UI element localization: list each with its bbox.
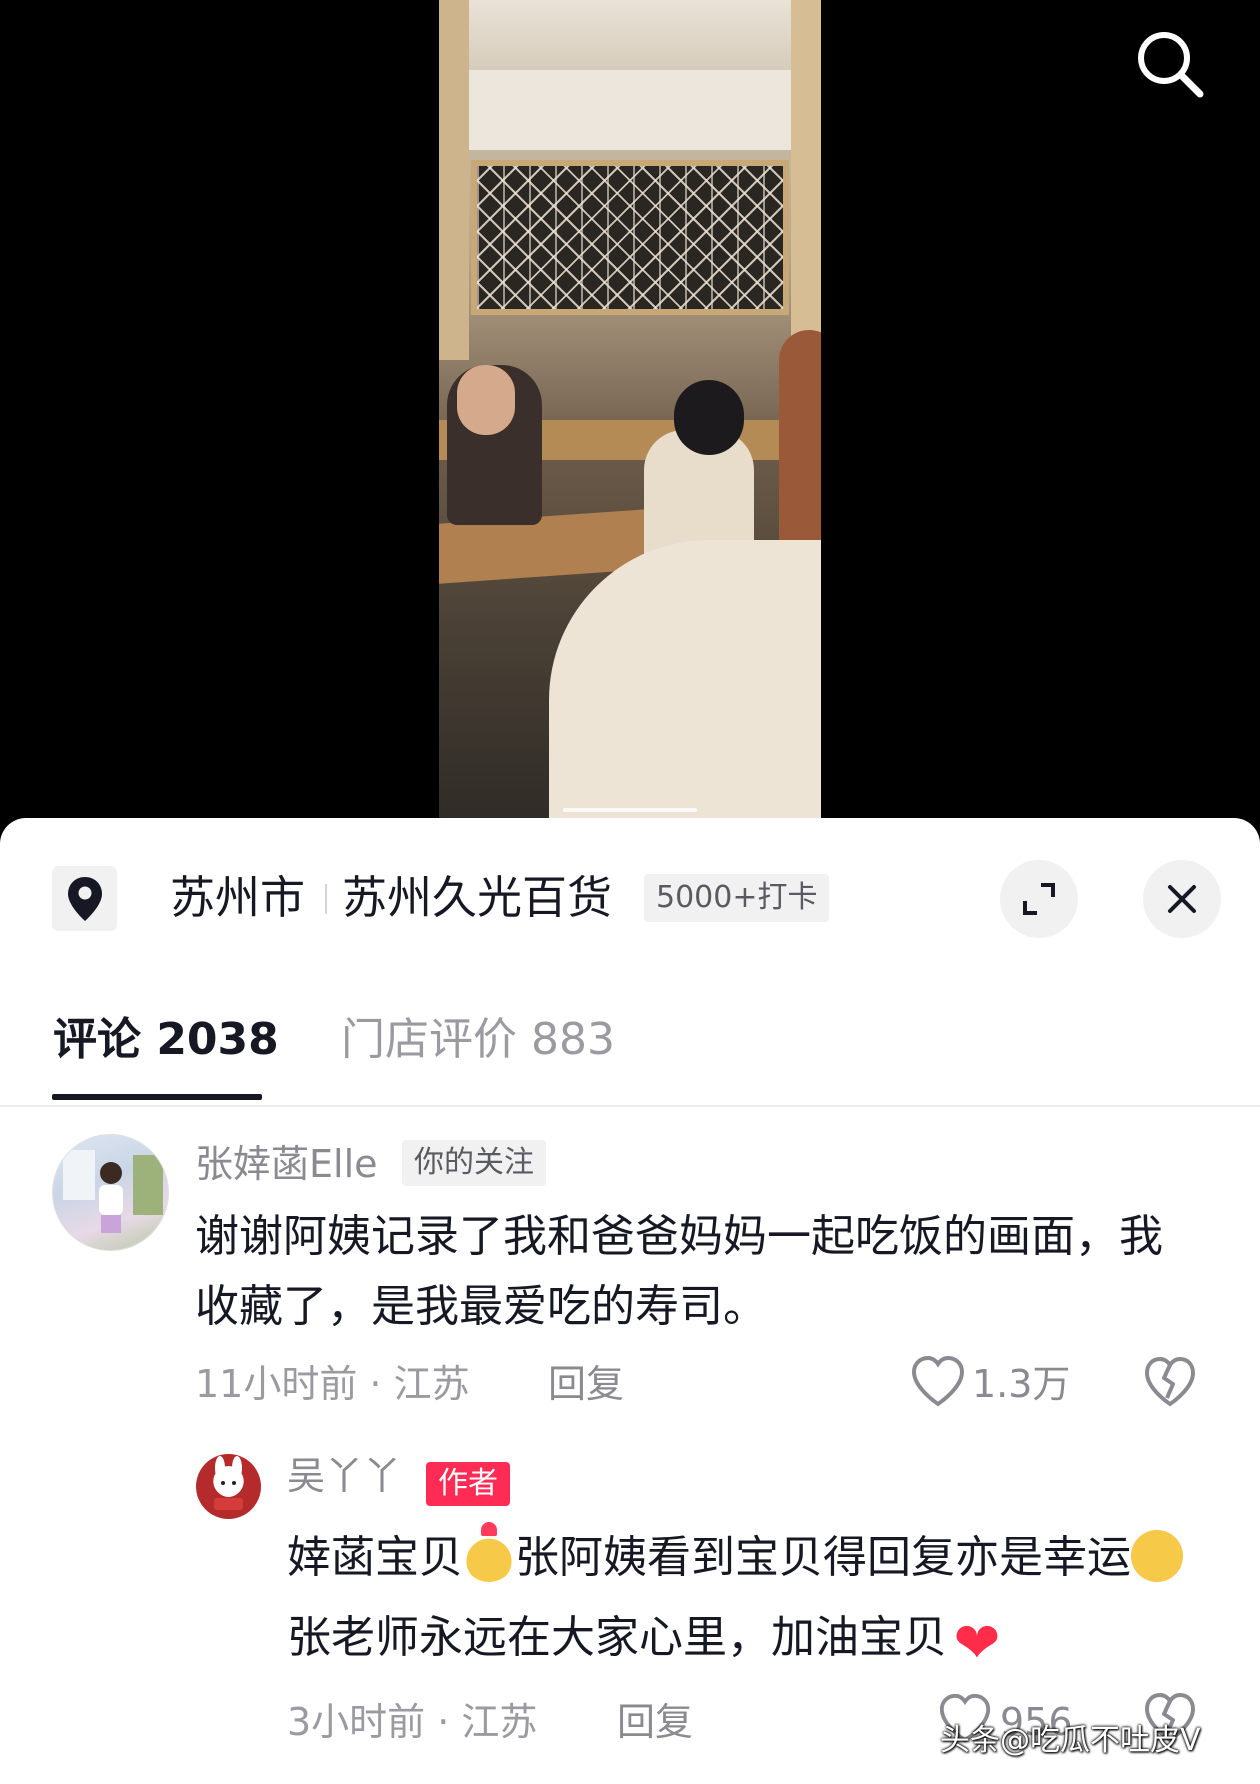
search-icon [1138,32,1204,98]
location-city[interactable]: 苏州市 [170,868,305,928]
location-pin-box[interactable] [52,866,117,931]
reply-text-part1: 婞菡宝贝 [287,1532,463,1583]
like-count: 1.3万 [972,1362,1071,1406]
author-tag: 作者 [426,1462,510,1506]
video-pillar-left [439,0,469,360]
comment-time-location: 11小时前 · 江苏 [195,1362,470,1406]
video-player[interactable] [0,0,1260,830]
finger-heart-emoji-icon [463,1522,515,1582]
close-icon [1168,885,1196,913]
broken-heart-icon[interactable] [1142,1354,1198,1410]
video-soffit [469,70,791,150]
heart-icon[interactable] [908,1352,968,1412]
close-button[interactable] [1143,860,1221,938]
watermark: 头条@吃瓜不吐皮V [940,1723,1201,1758]
video-lattice-screen [471,160,789,315]
video-ceiling [439,0,821,70]
reply-text-part3: 张老师永远在大家心里，加油宝贝 [287,1612,947,1663]
comment-text: 谢谢阿姨记录了我和爸爸妈妈一起吃饭的画面，我收藏了，是我最爱吃的寿司。 [195,1211,1163,1332]
tab-comments[interactable]: 评论 2038 [53,1000,279,1080]
following-tag: 你的关注 [402,1140,546,1186]
video-frame [439,0,821,830]
expand-button[interactable] [1000,860,1078,938]
comment-sheet: 苏州市 苏州久光百货 5000+打卡 评论 2038 门店评价 883 张婞菡E… [0,818,1260,1784]
location-pin-icon [67,876,102,921]
avatar[interactable] [52,1134,169,1251]
video-person-woman-head [674,380,744,455]
tab-store-reviews[interactable]: 门店评价 883 [341,1000,615,1080]
search-button[interactable] [1130,24,1210,104]
active-tab-indicator [52,1094,262,1100]
reply-time-location: 3小时前 · 江苏 [287,1700,538,1744]
location-divider [325,884,327,914]
reply-button[interactable]: 回复 [617,1696,693,1748]
video-foreground-coat [549,540,821,830]
avatar[interactable] [196,1454,261,1519]
comment-username[interactable]: 张婞菡Elle [195,1138,378,1190]
location-store-name[interactable]: 苏州久光百货 [342,868,612,928]
video-person-man-head [457,365,515,435]
video-foreground-hair [779,330,821,570]
avatar-rabbit [214,1456,243,1510]
reply-button[interactable]: 回复 [548,1358,624,1410]
expand-icon [1023,883,1055,915]
video-progress-bar[interactable] [563,808,697,812]
reply-text-part2: 张阿姨看到宝贝得回复亦是幸运 [515,1532,1131,1583]
smile-emoji-icon [1131,1530,1183,1582]
reply-text: 婞菡宝贝 张阿姨看到宝贝得回复亦是幸运张老师永远在大家心里，加油宝贝 ❤ [287,1518,1207,1678]
avatar-photo [63,1150,163,1233]
tab-bar: 评论 2038 门店评价 883 [0,1000,1260,1107]
checkin-count-badge: 5000+打卡 [644,874,830,922]
red-heart-emoji-icon: ❤ [953,1611,1001,1676]
reply-username[interactable]: 吴丫丫 [287,1450,401,1502]
location-header: 苏州市 苏州久光百货 5000+打卡 [0,818,1260,968]
